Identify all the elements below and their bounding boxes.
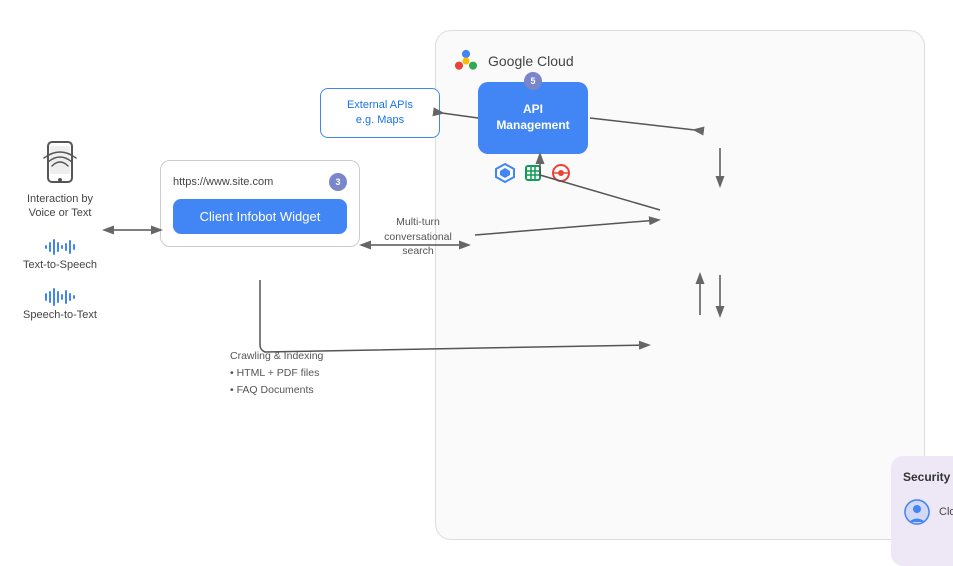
crawling-line1: Crawling & Indexing — [230, 348, 323, 365]
left-panel: Interaction by Voice or Text Text-to-Spe… — [20, 140, 100, 321]
tts-icon — [44, 237, 76, 257]
external-apis-box: External APIse.g. Maps — [320, 88, 440, 138]
client-badge: 3 — [329, 173, 347, 191]
security-title-row: Security 6 — [903, 468, 953, 486]
google-cloud-header: Google Cloud — [452, 47, 908, 75]
external-apis-label: External APIse.g. Maps — [347, 98, 413, 129]
api-badge: 5 — [524, 72, 542, 90]
security-box: Security 6 Cloud IAM — [891, 456, 953, 566]
client-widget-box: https://www.site.com 3 Client Infobot Wi… — [160, 160, 360, 247]
stt-area: Speech-to-Text — [23, 287, 97, 321]
diagram: Interaction by Voice or Text Text-to-Spe… — [0, 0, 953, 565]
crawling-line3: • FAQ Documents — [230, 382, 323, 399]
api-management-label: APIManagement — [496, 102, 569, 133]
multi-turn-text: Multi-turnconversationalsearch — [384, 216, 452, 257]
iam-icon — [903, 498, 931, 526]
url-text: https://www.site.com — [173, 176, 273, 188]
api-management-container: 5 APIManagement — [478, 82, 588, 184]
google-cloud-title: Google Cloud — [488, 53, 574, 69]
phone-icon — [42, 140, 78, 188]
crawling-line2: • HTML + PDF files — [230, 365, 323, 382]
gcp-icons — [478, 162, 588, 184]
api-management-box: APIManagement — [478, 82, 588, 154]
iam-label: Cloud IAM — [939, 506, 953, 518]
google-cloud-logo — [452, 47, 480, 75]
site-url: https://www.site.com 3 — [173, 173, 347, 191]
gcp-icon-1 — [494, 162, 516, 184]
iam-item: Cloud IAM — [903, 498, 953, 526]
multi-turn-label: Multi-turnconversationalsearch — [368, 215, 468, 259]
gcp-icon-3 — [550, 162, 572, 184]
crawling-label: Crawling & Indexing • HTML + PDF files •… — [230, 348, 323, 398]
tts-label: Text-to-Speech — [23, 259, 97, 271]
tts-area: Text-to-Speech — [23, 237, 97, 271]
client-infobot-button[interactable]: Client Infobot Widget — [173, 199, 347, 234]
phone-device-area: Interaction by Voice or Text — [20, 140, 100, 221]
security-title-text: Security — [903, 470, 950, 484]
stt-icon — [44, 287, 76, 307]
stt-label: Speech-to-Text — [23, 309, 97, 321]
interaction-label: Interaction by Voice or Text — [20, 192, 100, 221]
gcp-icon-2 — [522, 162, 544, 184]
